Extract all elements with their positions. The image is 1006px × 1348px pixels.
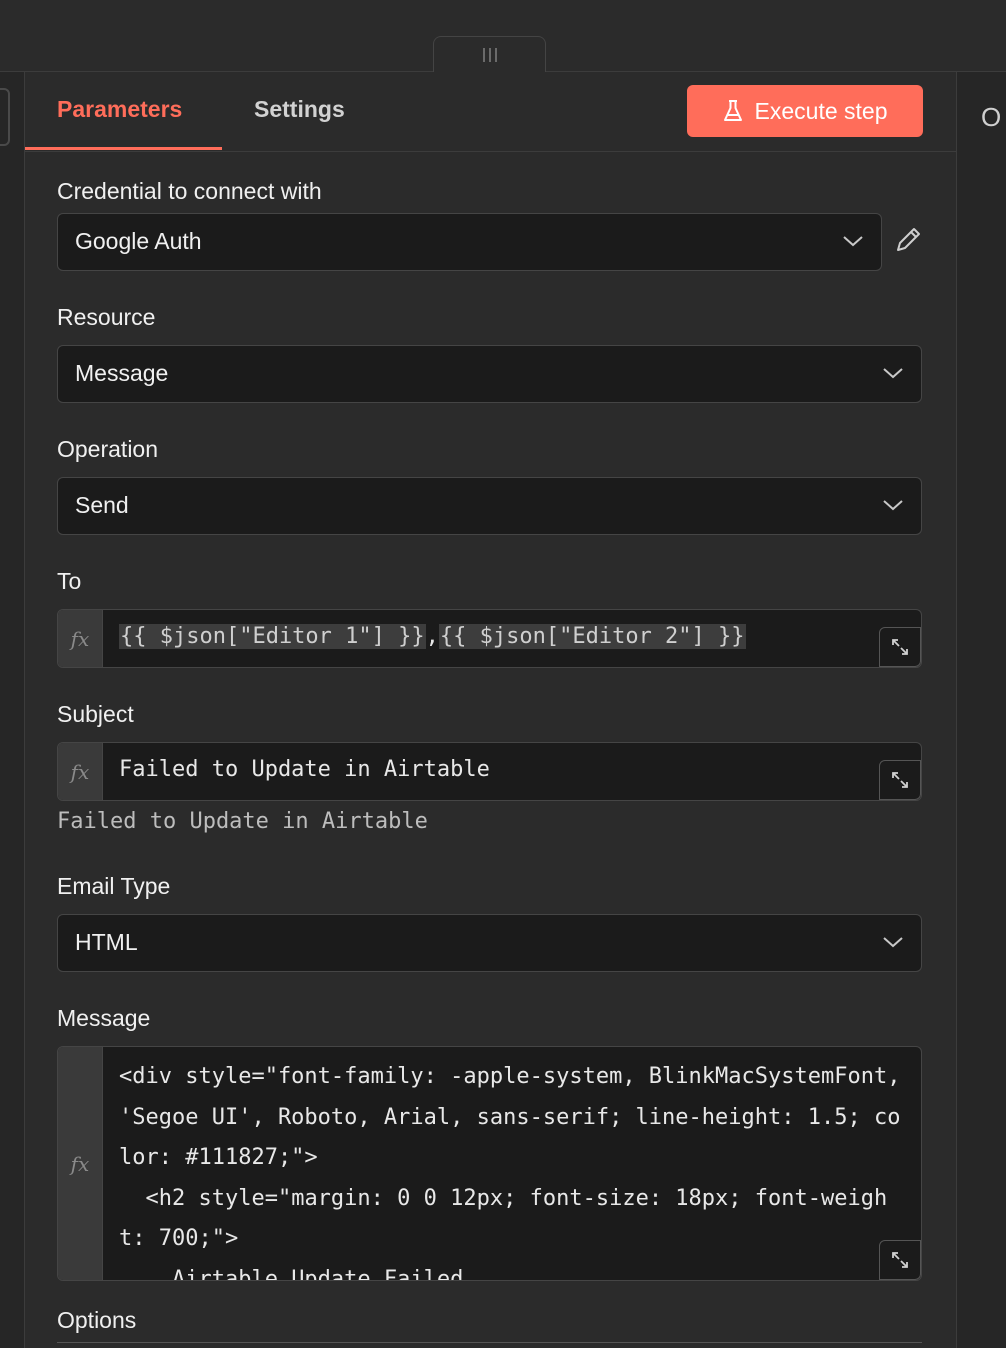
credential-value: Google Auth: [75, 228, 202, 254]
tab-parameters[interactable]: Parameters: [57, 96, 182, 123]
message-label: Message: [57, 1005, 151, 1031]
to-separator: ,: [425, 624, 439, 649]
execute-step-button[interactable]: Execute step: [687, 85, 923, 137]
expand-icon: [892, 1252, 908, 1268]
chevron-down-icon: [883, 500, 903, 511]
to-expression-2: {{ $json["Editor 2"] }}: [438, 624, 746, 649]
fx-icon: fx: [58, 1047, 103, 1280]
panel-drag-handle[interactable]: [433, 36, 546, 72]
email-type-select[interactable]: HTML: [57, 914, 922, 972]
chevron-down-icon: [883, 937, 903, 948]
to-expression-1: {{ $json["Editor 1"] }}: [119, 624, 426, 649]
credential-label: Credential to connect with: [57, 178, 322, 204]
pencil-icon[interactable]: [893, 225, 923, 255]
operation-label: Operation: [57, 436, 159, 462]
subject-value[interactable]: Failed to Update in Airtable: [119, 757, 907, 782]
node-parameters-panel: Parameters Settings Execute step Credent…: [25, 72, 956, 1348]
resource-label: Resource: [57, 304, 156, 330]
chevron-down-icon: [883, 368, 903, 379]
fx-icon: fx: [58, 743, 103, 800]
tab-settings[interactable]: Settings: [254, 96, 345, 123]
message-value[interactable]: <div style="font-family: -apple-system, …: [119, 1057, 911, 1280]
input-panel-strip: [0, 72, 25, 1348]
input-panel-edge[interactable]: [0, 88, 10, 146]
tab-bar: Parameters Settings Execute step: [25, 72, 956, 152]
expand-editor-button[interactable]: [879, 1240, 921, 1280]
subject-preview: Failed to Update in Airtable: [57, 809, 428, 834]
subject-label: Subject: [57, 701, 134, 727]
fx-icon: fx: [58, 610, 103, 667]
output-panel-strip: [956, 72, 1006, 1348]
expand-editor-button[interactable]: [879, 760, 921, 800]
email-type-value: HTML: [75, 929, 138, 955]
subject-expression-field[interactable]: fx Failed to Update in Airtable: [57, 742, 922, 801]
active-tab-indicator: [25, 147, 222, 150]
expand-icon: [892, 772, 908, 788]
resource-select[interactable]: Message: [57, 345, 922, 403]
resource-value: Message: [75, 360, 169, 386]
expand-icon: [892, 639, 908, 655]
options-label: Options: [57, 1307, 137, 1333]
email-type-label: Email Type: [57, 873, 171, 899]
message-expression-field[interactable]: fx <div style="font-family: -apple-syste…: [57, 1046, 922, 1281]
chevron-down-icon: [843, 236, 863, 247]
to-label: To: [57, 568, 82, 594]
to-expression-field[interactable]: fx {{ $json["Editor 1"] }},{{ $json["Edi…: [57, 609, 922, 668]
output-panel-label: O: [981, 102, 1002, 132]
options-divider: [57, 1342, 922, 1343]
flask-icon: [723, 100, 742, 121]
expand-editor-button[interactable]: [879, 627, 921, 667]
to-expression-value[interactable]: {{ $json["Editor 1"] }},{{ $json["Editor…: [119, 624, 907, 649]
operation-select[interactable]: Send: [57, 477, 922, 535]
execute-step-label: Execute step: [754, 97, 888, 124]
credential-select[interactable]: Google Auth: [57, 213, 882, 271]
operation-value: Send: [75, 492, 129, 518]
